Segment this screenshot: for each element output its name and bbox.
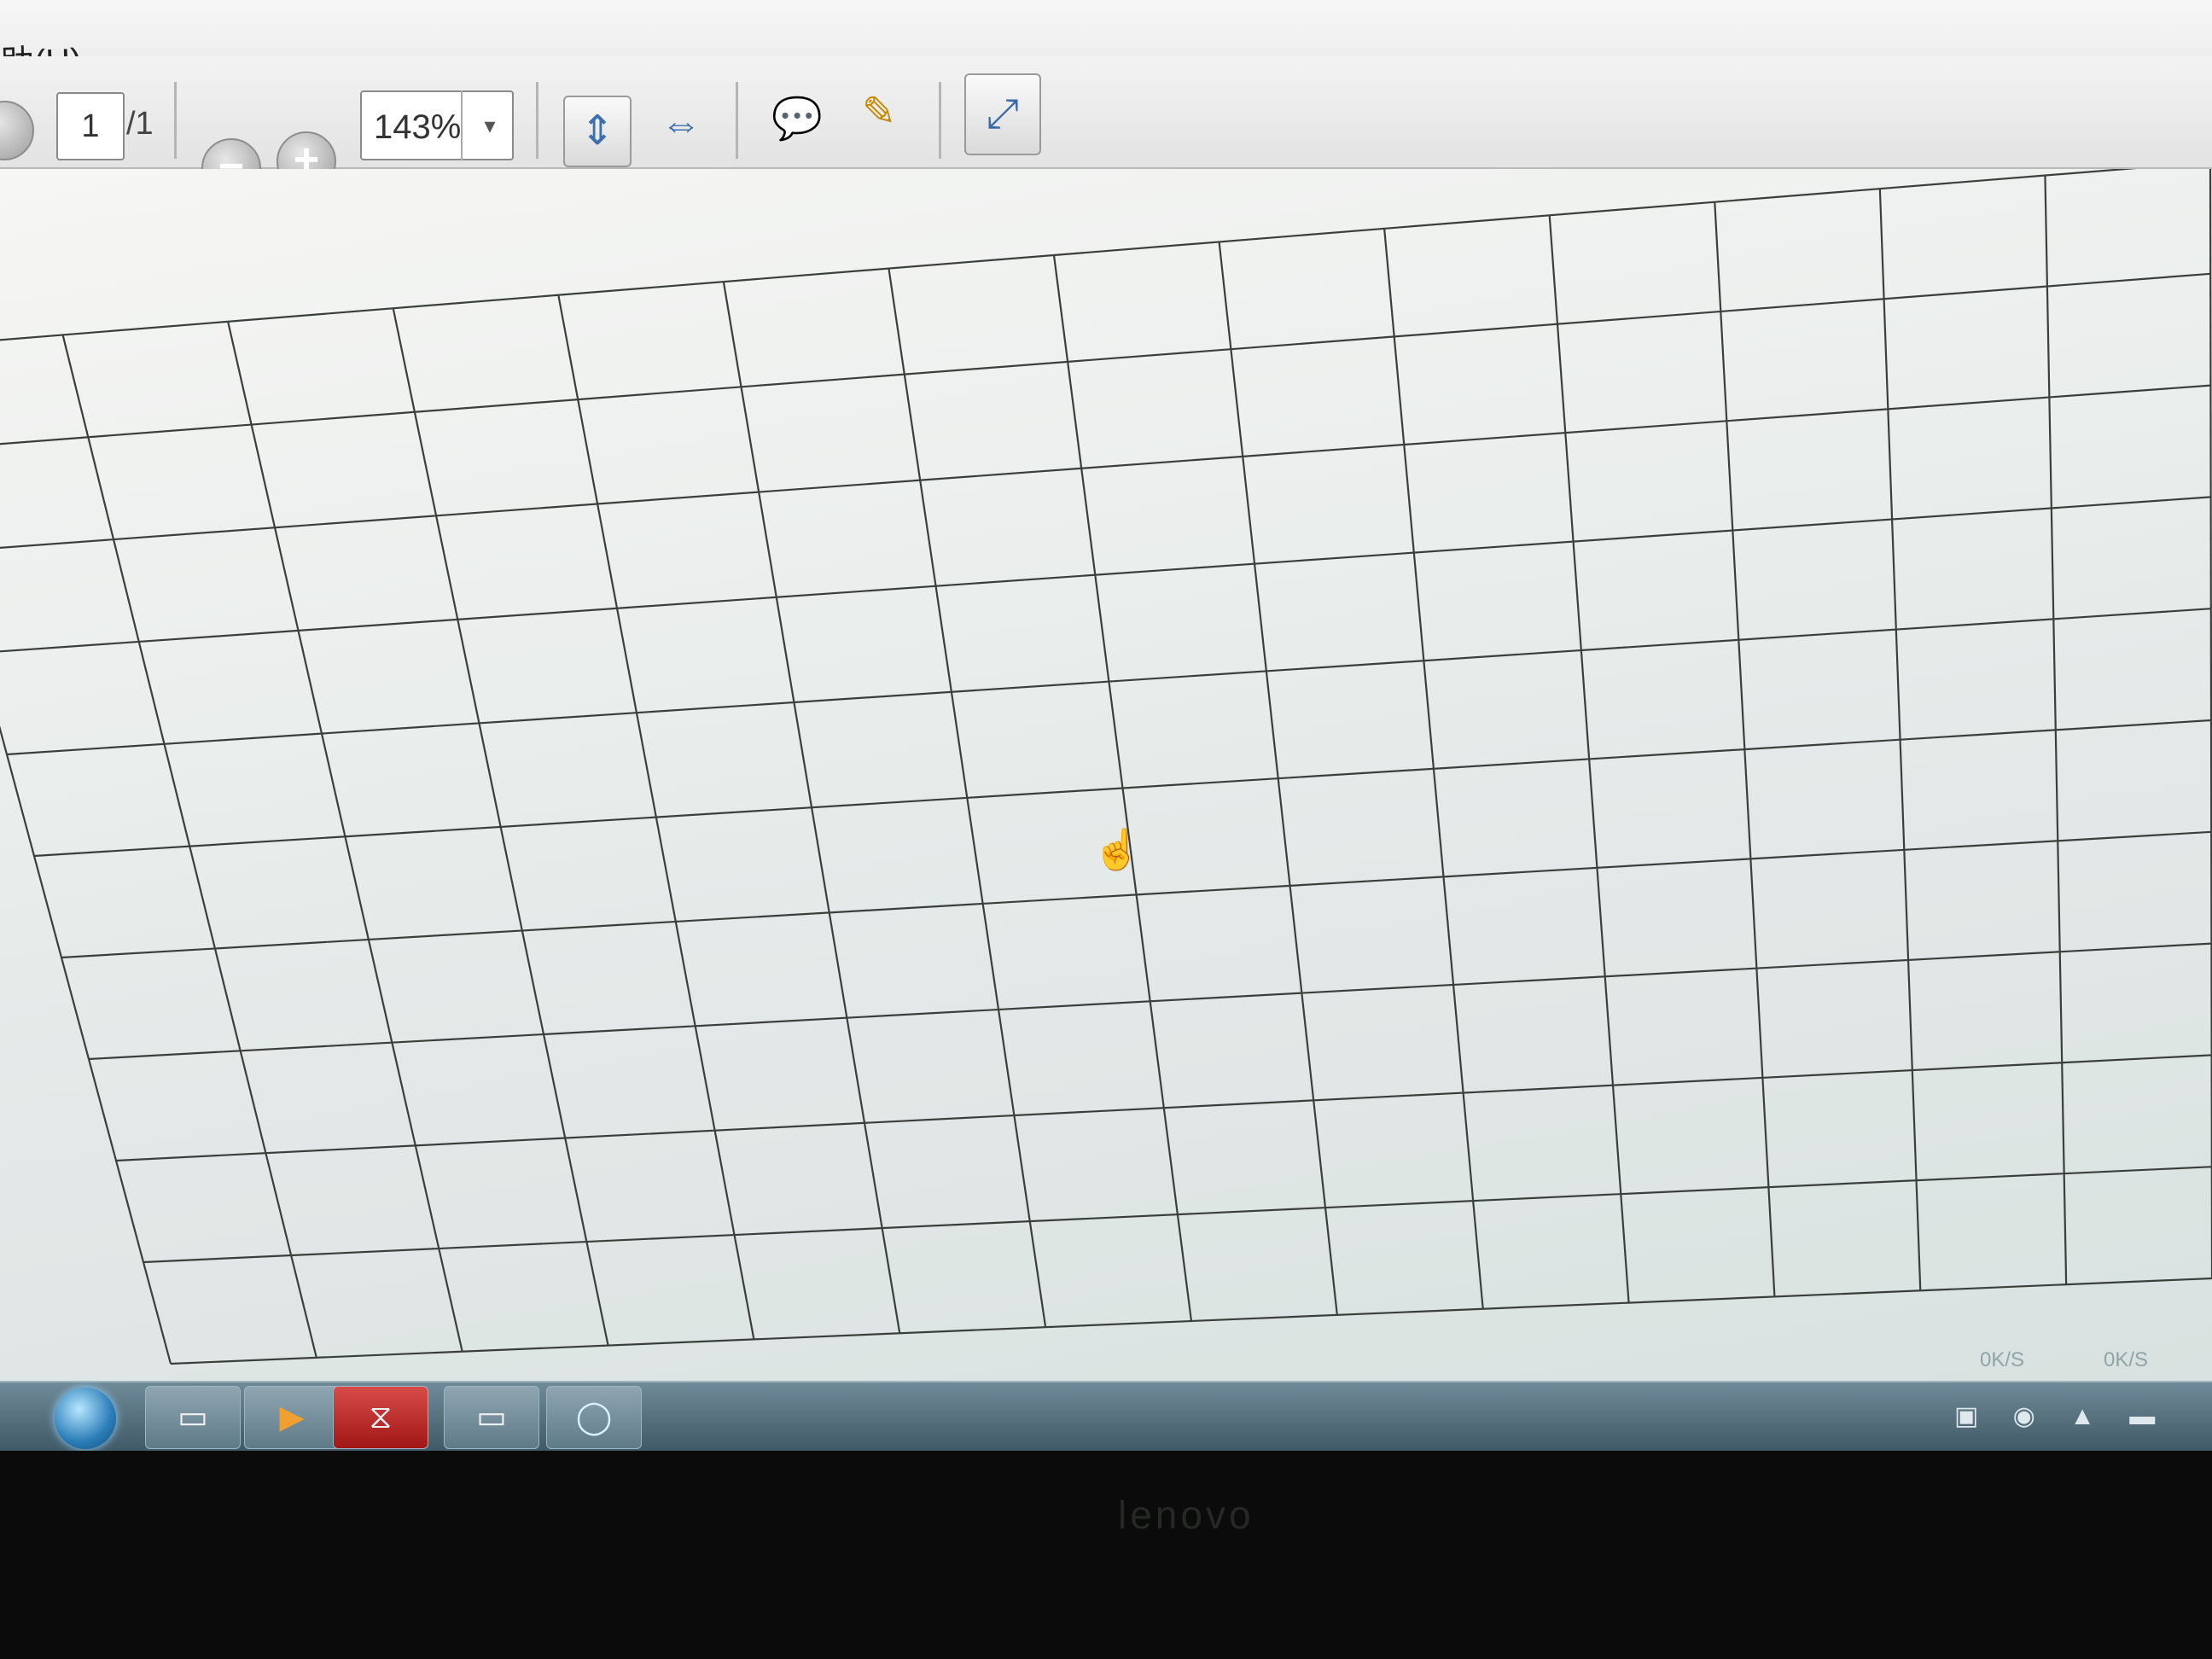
fit-width-button[interactable]: ⇔ xyxy=(649,90,713,159)
taskbar-media-player-icon[interactable]: ▶ xyxy=(244,1386,340,1449)
brand-logo: lenovo xyxy=(1118,1493,1254,1537)
network-download-speed: 0K/S xyxy=(2104,1348,2149,1371)
next-page-button[interactable] xyxy=(0,101,34,160)
document-view[interactable]: ☝ 0K/S 0K/S xyxy=(0,169,2212,1381)
grid-horizontal-line xyxy=(0,272,2211,445)
network-upload-speed: 0K/S xyxy=(1980,1348,2025,1371)
taskbar-browser-icon[interactable]: ◯ xyxy=(546,1386,642,1449)
page-number-input[interactable]: 1 xyxy=(56,92,125,160)
start-button[interactable] xyxy=(55,1388,116,1449)
grid-horizontal-line xyxy=(143,1166,2212,1264)
taskbar-explorer-icon[interactable]: ▭ xyxy=(145,1386,241,1449)
zoom-dropdown-arrow[interactable]: ▾ xyxy=(461,90,517,160)
grid-vertical-line xyxy=(0,725,172,1365)
grid-horizontal-line xyxy=(0,384,2211,549)
page-total-label: /1 xyxy=(126,106,154,142)
screen: 助(H) 1 /1 − + 143% ▾ ⇕ ⇔ 💬 ✎ ⤢ ☝ 0K/S 0K… xyxy=(0,0,2212,1451)
grid-horizontal-line xyxy=(0,496,2211,653)
grid-horizontal-line xyxy=(115,1054,2212,1162)
grid-page xyxy=(0,169,2212,1365)
toolbar-divider xyxy=(174,82,177,159)
laptop-bezel: lenovo xyxy=(0,1451,2212,1659)
system-tray-icons[interactable]: ▣ ◉ ▲ ▬ xyxy=(1954,1401,2168,1431)
grid-horizontal-line xyxy=(88,942,2212,1061)
fit-page-button[interactable]: ⇕ xyxy=(563,96,632,167)
taskbar-notepad-icon[interactable]: ▭ xyxy=(444,1386,539,1449)
comment-icon[interactable]: 💬 xyxy=(765,85,830,154)
toolbar-divider xyxy=(939,82,941,159)
fullscreen-icon[interactable]: ⤢ xyxy=(964,73,1041,155)
grid-horizontal-line xyxy=(6,608,2211,756)
grid-horizontal-line xyxy=(170,1277,2212,1365)
hand-cursor-icon: ☝ xyxy=(1092,827,1142,871)
taskbar-acrobat-icon[interactable]: ⧖ xyxy=(333,1386,428,1449)
menu-bar: 助(H) xyxy=(0,0,2212,83)
toolbar: 1 /1 − + 143% ▾ ⇕ ⇔ 💬 ✎ ⤢ xyxy=(0,56,2212,198)
toolbar-divider xyxy=(736,82,738,159)
toolbar-divider xyxy=(536,82,538,159)
grid-horizontal-line xyxy=(0,169,2138,341)
highlight-text-icon[interactable]: ✎ xyxy=(847,79,911,147)
taskbar: ▭ ▶ ⧖ ▭ ◯ ▣ ◉ ▲ ▬ xyxy=(0,1381,2212,1451)
